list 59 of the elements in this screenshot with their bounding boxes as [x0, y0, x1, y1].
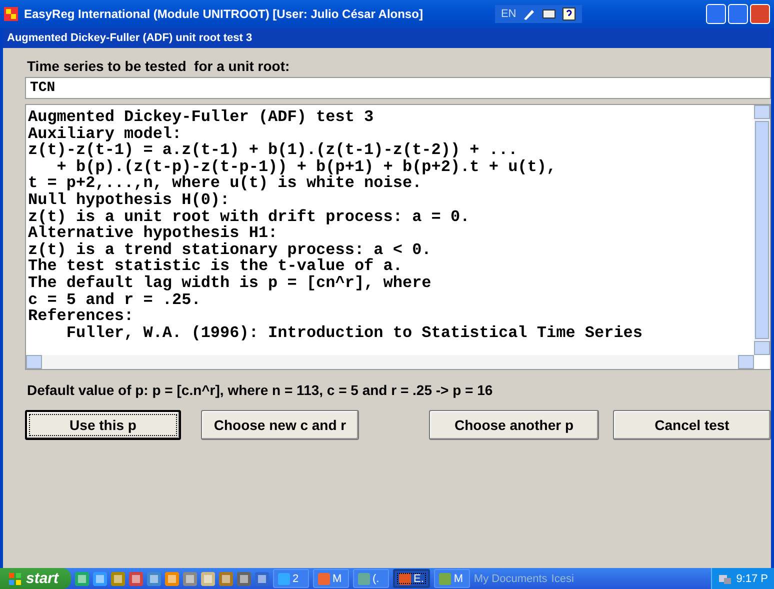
app-icon	[4, 7, 18, 21]
minimize-button[interactable]	[706, 4, 726, 24]
start-button[interactable]: start	[0, 568, 71, 589]
program-icon[interactable]	[236, 572, 251, 586]
output-line: Null hypothesis H(0):	[28, 192, 231, 209]
program-icon[interactable]	[146, 572, 161, 586]
output-line: The default lag width is p = [cn^r], where	[28, 274, 432, 292]
output-line: Fuller, W.A. (1996): Introduction to Statistical Time Series	[65, 324, 644, 342]
output-line: Auxiliary model:	[28, 126, 182, 142]
program-icon[interactable]	[128, 572, 143, 586]
keyboard-icon[interactable]	[542, 7, 556, 21]
program-icon	[398, 572, 411, 584]
language-label[interactable]: EN	[500, 8, 516, 20]
vertical-scrollbar[interactable]	[754, 105, 770, 355]
series-label: Time series to be tested for a unit root:	[27, 58, 291, 76]
program-icon[interactable]	[254, 572, 269, 586]
series-field[interactable]: TCN	[25, 77, 771, 99]
action-button[interactable]: Choose another p	[429, 410, 599, 440]
output-line: + b(p).(z(t-p)-z(t-p-1)) + b(p+1) + b(p+2).t + u(t),	[56, 158, 558, 176]
program-icon	[318, 572, 330, 584]
program-icon[interactable]	[200, 572, 215, 586]
action-button[interactable]: Cancel test	[613, 410, 771, 440]
output-line: z(t) is a unit root with drift process: a = 0.	[28, 208, 471, 226]
help-icon[interactable]	[562, 7, 576, 21]
program-icon[interactable]	[164, 572, 179, 586]
program-icon	[438, 572, 451, 584]
windows-flag-icon	[8, 572, 22, 586]
horizontal-scrollbar[interactable]	[26, 355, 754, 369]
window-title: EasyReg International (Module UNITROOT) [User: Julio César Alonso]	[24, 7, 423, 21]
program-icon	[358, 572, 370, 584]
program-icon[interactable]	[110, 572, 125, 586]
clock: 9:17 P	[736, 572, 768, 584]
dialog-title: Augmented Dickey-Fuller (ADF) unit root test 3	[3, 28, 771, 48]
program-icon	[278, 572, 290, 584]
pen-icon[interactable]	[522, 7, 536, 21]
task-button[interactable]: 2	[272, 569, 309, 588]
task-button[interactable]: M	[312, 569, 349, 588]
output-line: z(t) is a trend stationary process: a < 0.	[28, 242, 432, 258]
output-line: References:	[28, 308, 135, 325]
toolbar-label[interactable]: My Documents	[474, 572, 548, 584]
output-line: c = 5 and r = .25.	[28, 292, 202, 308]
close-button[interactable]	[750, 4, 770, 24]
output-line: Alternative hypothesis H1:	[28, 225, 279, 242]
program-icon[interactable]	[92, 572, 107, 586]
program-icon[interactable]	[74, 572, 89, 586]
program-icon[interactable]	[218, 572, 233, 586]
action-button[interactable]: Use this p	[25, 410, 181, 440]
action-button[interactable]: Choose new c and r	[201, 410, 359, 440]
output-line: t = p+2,...,n, where u(t) is white noise.	[28, 175, 422, 192]
task-button[interactable]: (.	[352, 569, 389, 588]
output-line: The test statistic is the t-value of a.	[28, 258, 402, 275]
default-value-text: Default value of p: p = [c.n^r], where n = 113, c = 5 and r = .25 -> p = 16	[27, 382, 494, 398]
task-button[interactable]: M	[434, 569, 470, 588]
program-icon[interactable]	[182, 572, 197, 586]
toolbar-label[interactable]: Icesi	[551, 572, 574, 584]
maximize-button[interactable]	[728, 4, 748, 24]
task-button[interactable]: E.	[392, 569, 430, 588]
output-line: z(t)-z(t-1) = a.z(t-1) + b(1).(z(t-1)-z(t-2)) + ...	[28, 142, 518, 159]
output-line: Augmented Dickey-Fuller (ADF) test 3	[28, 109, 375, 126]
